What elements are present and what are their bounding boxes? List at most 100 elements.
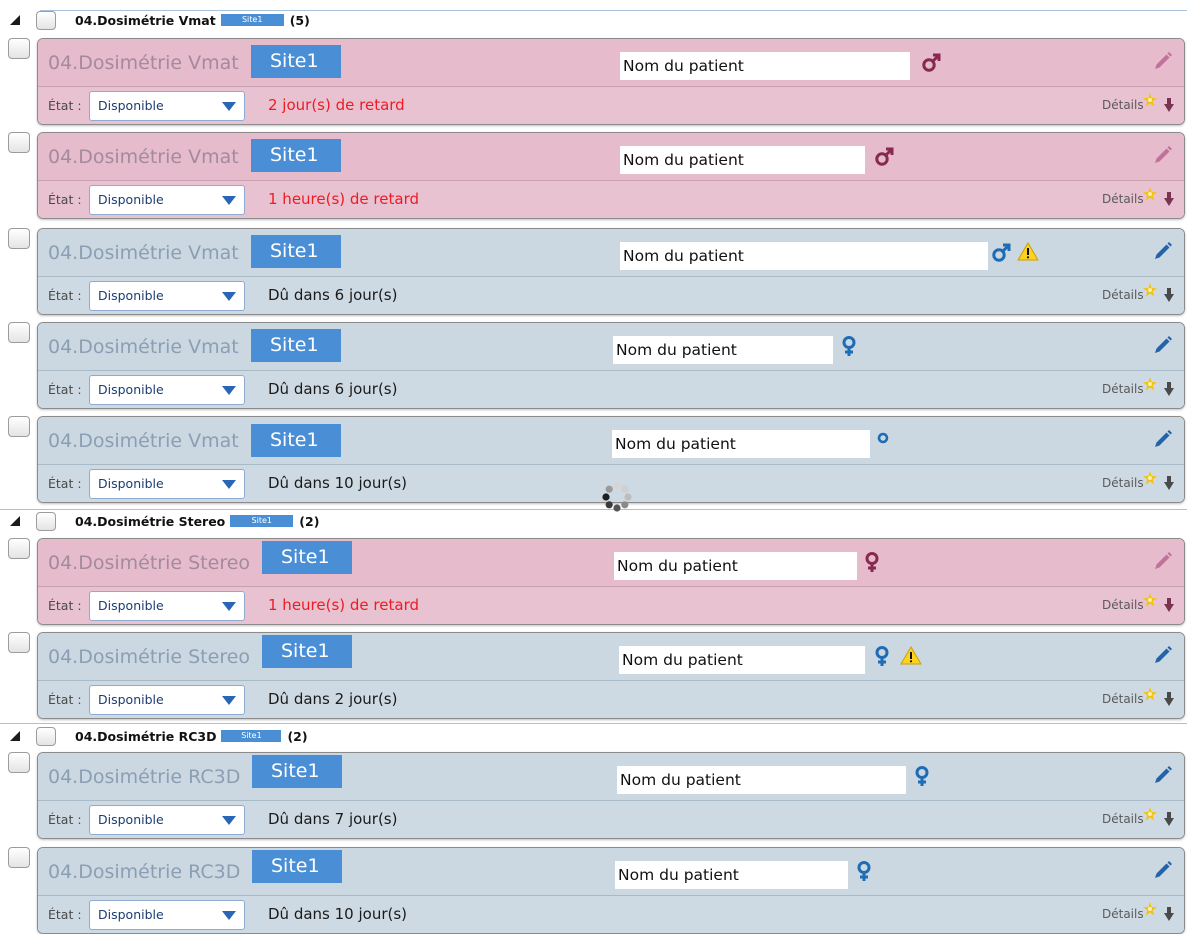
edit-pencil-icon[interactable] [1154, 766, 1172, 784]
dropdown-arrow-icon[interactable] [222, 480, 236, 490]
task-checkbox[interactable] [8, 416, 30, 437]
state-label: État : [48, 476, 82, 491]
expand-down-arrow-icon[interactable] [1164, 476, 1174, 491]
group-title: 04.Dosimétrie RC3D [75, 728, 217, 744]
group-checkbox[interactable] [36, 727, 56, 746]
dropdown-arrow-icon[interactable] [222, 696, 236, 706]
due-status: Dû dans 7 jour(s) [268, 810, 398, 828]
task-title: 04.Dosimétrie Vmat [48, 430, 239, 452]
dropdown-arrow-icon[interactable] [222, 602, 236, 612]
dropdown-arrow-icon[interactable] [222, 196, 236, 206]
task-title: 04.Dosimétrie Stereo [48, 552, 251, 574]
patient-name: Nom du patient [613, 336, 833, 364]
details-link[interactable]: Détails [1102, 587, 1144, 624]
state-dropdown[interactable]: Disponible [89, 469, 245, 499]
dropdown-arrow-icon[interactable] [222, 102, 236, 112]
edit-pencil-icon[interactable] [1154, 552, 1172, 570]
task-checkbox[interactable] [8, 132, 30, 153]
expand-down-arrow-icon[interactable] [1164, 692, 1174, 707]
task-checkbox[interactable] [8, 538, 30, 559]
site-badge: Site1 [251, 329, 341, 362]
edit-pencil-icon[interactable] [1154, 646, 1172, 664]
task-checkbox[interactable] [8, 632, 30, 653]
expand-down-arrow-icon[interactable] [1164, 598, 1174, 613]
group-checkbox[interactable] [36, 512, 56, 531]
due-status: Dû dans 6 jour(s) [268, 286, 398, 304]
state-dropdown[interactable]: Disponible [89, 375, 245, 405]
task-card[interactable]: 04.Dosimétrie Vmat Site1 Nom du patient Éta… [37, 322, 1185, 409]
due-status: Dû dans 6 jour(s) [268, 380, 398, 398]
state-dropdown[interactable]: Disponible [89, 685, 245, 715]
details-link[interactable]: Détails [1102, 896, 1144, 933]
edit-pencil-icon[interactable] [1154, 430, 1172, 448]
dropdown-arrow-icon[interactable] [222, 292, 236, 302]
dropdown-arrow-icon[interactable] [222, 386, 236, 396]
task-card[interactable]: 04.Dosimétrie Stereo Site1 Nom du patient É… [37, 632, 1185, 719]
task-card-footer: État : Disponible Dû dans 6 jour(s) Détails [38, 277, 1184, 314]
state-dropdown[interactable]: Disponible [89, 591, 245, 621]
task-card[interactable]: 04.Dosimétrie Vmat Site1 Nom du patient Éta… [37, 228, 1185, 315]
group-count: (5) [289, 12, 310, 28]
task-checkbox[interactable] [8, 847, 30, 868]
edit-pencil-icon[interactable] [1154, 146, 1172, 164]
task-title: 04.Dosimétrie Vmat [48, 146, 239, 168]
warning-icon [1017, 242, 1039, 261]
edit-pencil-icon[interactable] [1154, 242, 1172, 260]
female-icon [865, 552, 879, 572]
state-dropdown-value: Disponible [98, 598, 164, 613]
task-card-header: 04.Dosimétrie Vmat Site1 Nom du patient [38, 229, 1184, 277]
expand-down-arrow-icon[interactable] [1164, 98, 1174, 113]
expand-down-arrow-icon[interactable] [1164, 907, 1174, 922]
site-badge: Site1 [252, 850, 342, 883]
details-link[interactable]: Détails [1102, 87, 1144, 124]
details-link[interactable]: Détails [1102, 277, 1144, 314]
group-site-badge: Site1 [230, 515, 294, 527]
task-card[interactable]: 04.Dosimétrie Vmat Site1 Nom du patient Éta… [37, 38, 1185, 125]
dropdown-arrow-icon[interactable] [222, 911, 236, 921]
new-star-icon [1143, 377, 1157, 391]
expanded-triangle-icon[interactable] [10, 15, 20, 25]
expanded-triangle-icon[interactable] [10, 731, 20, 741]
edit-pencil-icon[interactable] [1154, 52, 1172, 70]
expanded-triangle-icon[interactable] [10, 516, 20, 526]
expand-down-arrow-icon[interactable] [1164, 812, 1174, 827]
details-link[interactable]: Détails [1102, 181, 1144, 218]
task-card[interactable]: 04.Dosimétrie Stereo Site1 Nom du patient É… [37, 538, 1185, 625]
task-card-header: 04.Dosimétrie Vmat Site1 Nom du patient [38, 39, 1184, 87]
edit-pencil-icon[interactable] [1154, 336, 1172, 354]
task-checkbox[interactable] [8, 228, 30, 249]
patient-name: Nom du patient [620, 146, 865, 174]
state-dropdown[interactable]: Disponible [89, 185, 245, 215]
new-star-icon [1143, 902, 1157, 916]
site-badge: Site1 [251, 235, 341, 268]
state-dropdown[interactable]: Disponible [89, 91, 245, 121]
details-link[interactable]: Détails [1102, 801, 1144, 838]
group-checkbox[interactable] [36, 11, 56, 30]
task-card[interactable]: 04.Dosimétrie Vmat Site1 Nom du patient Éta… [37, 132, 1185, 219]
expand-down-arrow-icon[interactable] [1164, 382, 1174, 397]
task-title: 04.Dosimétrie Stereo [48, 646, 251, 668]
task-checkbox[interactable] [8, 322, 30, 343]
new-star-icon [1143, 93, 1157, 107]
dropdown-arrow-icon[interactable] [222, 816, 236, 826]
state-dropdown[interactable]: Disponible [89, 900, 245, 930]
task-title: 04.Dosimétrie Vmat [48, 52, 239, 74]
group-separator [0, 723, 1187, 724]
male-icon [922, 53, 941, 72]
task-checkbox[interactable] [8, 38, 30, 59]
state-dropdown[interactable]: Disponible [89, 281, 245, 311]
task-card[interactable]: 04.Dosimétrie RC3D Site1 Nom du patient Éta… [37, 847, 1185, 934]
site-badge: Site1 [262, 541, 352, 574]
details-link[interactable]: Détails [1102, 465, 1144, 502]
details-link[interactable]: Détails [1102, 371, 1144, 408]
details-link[interactable]: Détails [1102, 681, 1144, 718]
task-checkbox[interactable] [8, 752, 30, 773]
state-dropdown[interactable]: Disponible [89, 805, 245, 835]
edit-pencil-icon[interactable] [1154, 861, 1172, 879]
task-card[interactable]: 04.Dosimétrie RC3D Site1 Nom du patient Éta… [37, 752, 1185, 839]
task-card-header: 04.Dosimétrie Stereo Site1 Nom du patient [38, 633, 1184, 681]
expand-down-arrow-icon[interactable] [1164, 288, 1174, 303]
new-star-icon [1143, 471, 1157, 485]
task-card-footer: État : Disponible Dû dans 2 jour(s) Détails [38, 681, 1184, 718]
expand-down-arrow-icon[interactable] [1164, 192, 1174, 207]
